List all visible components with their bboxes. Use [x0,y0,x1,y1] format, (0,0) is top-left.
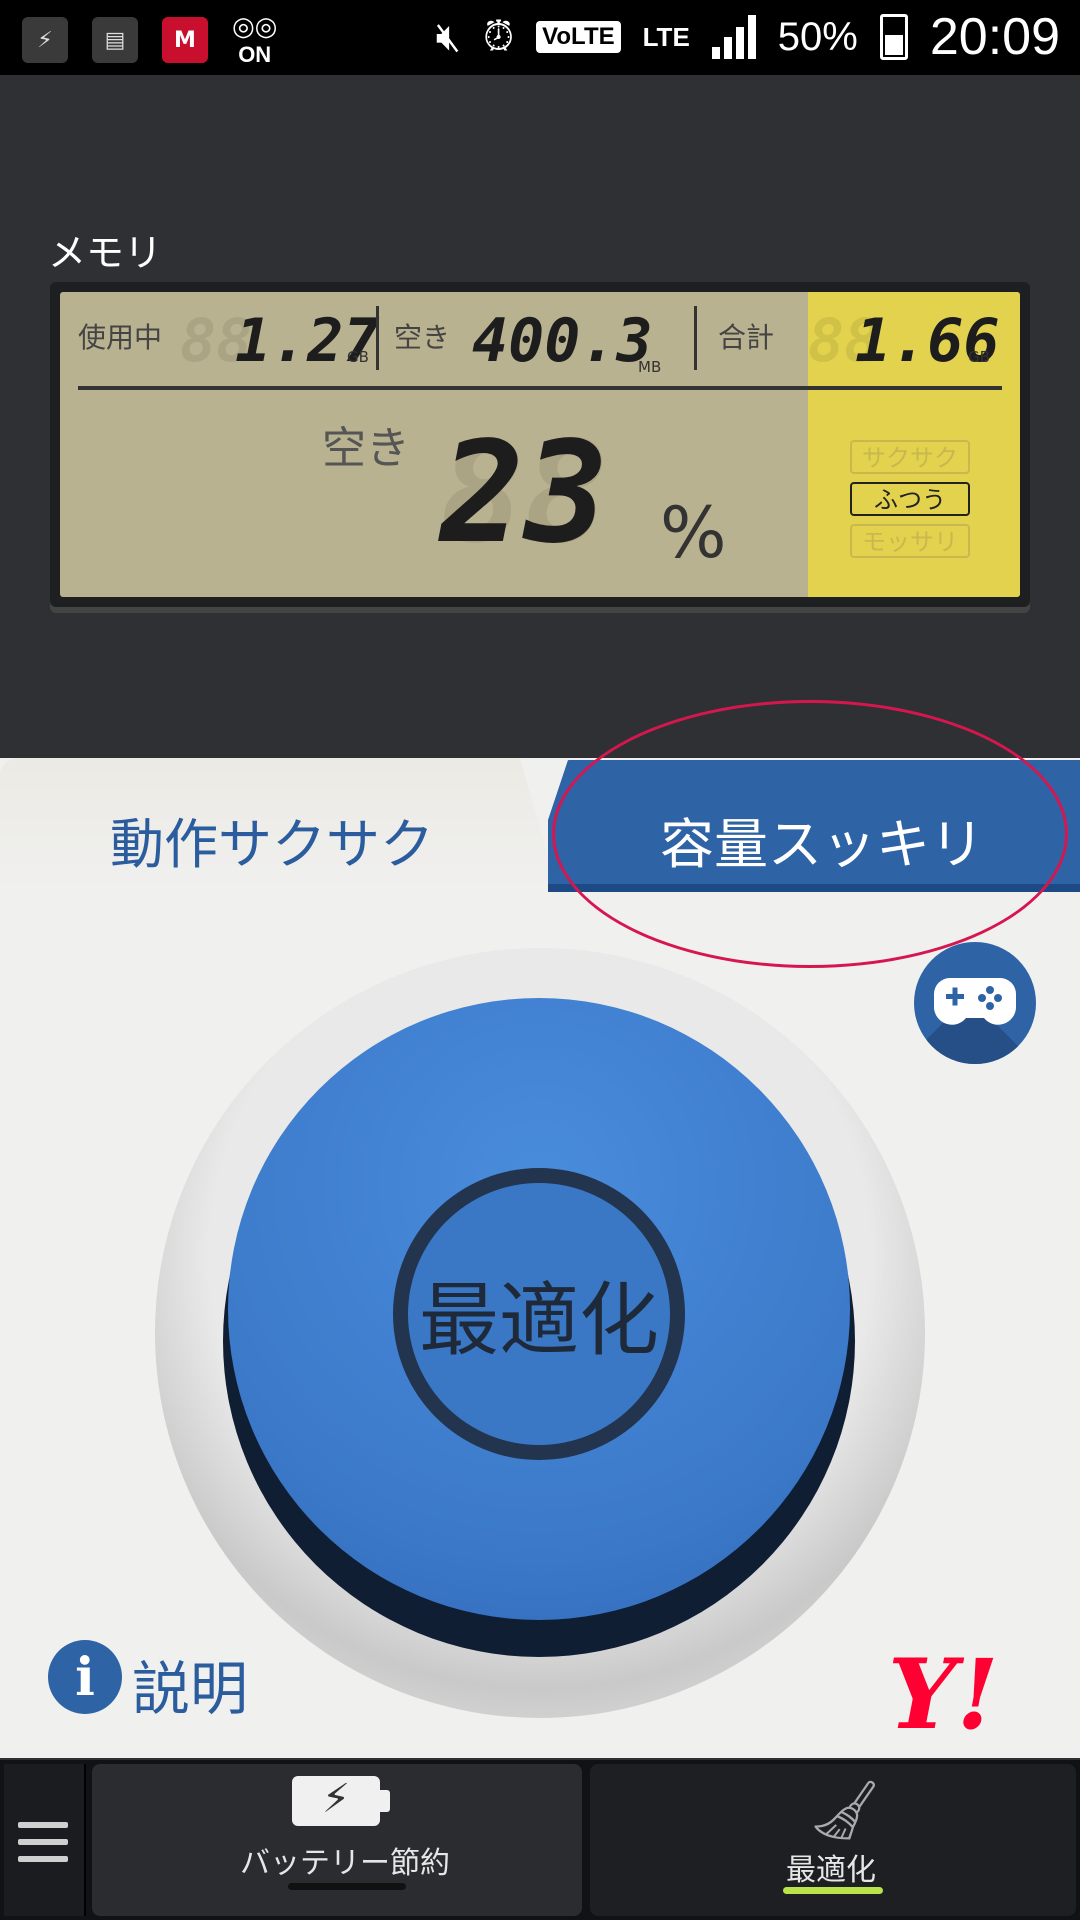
free-label: 空き [394,321,451,354]
lcd-display: 使用中 88 1.27 GB 空き 400.3 MB 合計 88 1.66 GB… [60,292,1020,597]
broom-icon: 🧹︎ [808,1776,882,1844]
memory-title: メモリ [48,231,163,275]
battery-icon [879,14,908,60]
percent-sign: % [660,492,727,574]
total-label: 合計 [718,321,775,354]
active-tab-indicator [783,1887,883,1894]
nav-optimize-label[interactable]: 最適化 [786,1845,876,1889]
info-icon[interactable]: i [48,1640,122,1714]
battery-charge-app-icon: ⚡ [22,17,68,63]
battery-percent: 50% [777,14,858,59]
free-percent-label: 空き [322,423,410,474]
tab-dousa-sakusaku-label[interactable]: 動作サクサク [110,800,434,879]
status-mossari: モッサリ [850,524,970,558]
gamepad-icon [934,978,1016,1025]
annotation-circle [552,700,1068,968]
mcafee-icon: M [162,17,208,63]
free-unit: MB [638,358,662,376]
mute-icon: 🔇︎ [435,14,461,59]
clock: 20:09 [929,8,1060,66]
free-percent-value: 23 [440,412,609,575]
nav-battery-saving-label[interactable]: バッテリー節約 [240,1838,450,1882]
lte-icon: LTE [642,21,690,52]
optimize-button-label: 最適化 [419,1274,659,1367]
optimize-button-center[interactable]: 最適化 [408,1183,670,1445]
sd-card-icon: ▤ [92,17,138,63]
alarm-icon: ⏰︎ [482,14,515,59]
yahoo-logo: Y! [888,1638,999,1751]
used-label: 使用中 [78,321,163,354]
memory-lcd-panel: 使用中 88 1.27 GB 空き 400.3 MB 合計 88 1.66 GB… [50,282,1030,607]
volte-icon: VoLTE [536,21,621,53]
bolt-icon: ⚡︎ [322,1776,351,1822]
total-unit: GB [968,348,990,366]
status-sakusaku: サクサク [850,440,970,474]
status-bar: ⚡ ▤ M ◎◎ ON 🔇︎ ⏰︎ VoLTE LTE 50% 20:09 [0,0,1080,75]
game-mode-button[interactable] [914,942,1036,1064]
info-label[interactable]: 説明 [132,1642,248,1726]
menu-icon[interactable] [18,1822,68,1873]
free-value: 400.3 [472,306,653,376]
voicemail-icon: ◎◎ ON [232,12,278,67]
status-futsuu: ふつう [850,482,970,516]
signal-icon [711,15,756,59]
used-unit: GB [347,348,369,366]
